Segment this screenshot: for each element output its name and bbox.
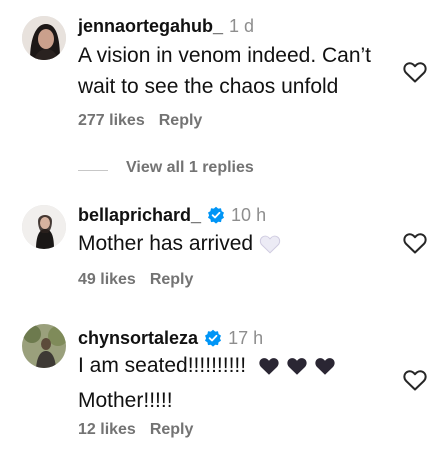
comment-text-first: I am seated!!!!!!!!!! <box>78 354 247 377</box>
comment-item: jennaortegahub_ 1 d A vision in venom ind… <box>0 0 445 190</box>
comment-header: chynsortaleza 17 h <box>78 328 263 352</box>
comment-text: A vision in venom indeed. Can’t wait to … <box>78 44 372 98</box>
timestamp: 10 h <box>231 205 267 225</box>
like-count[interactable]: 12 likes <box>78 421 136 438</box>
avatar[interactable] <box>22 324 66 368</box>
view-replies-label[interactable]: View all 1 replies <box>126 159 254 177</box>
username-link[interactable]: chynsortaleza <box>78 328 198 348</box>
black-heart-icon <box>286 354 308 385</box>
comment-meta: 277 likes Reply <box>78 112 202 130</box>
comment-meta: 49 likes Reply <box>78 271 193 289</box>
comment-meta: 12 likes Reply <box>78 421 193 439</box>
comment-header: bellaprichard_ 10 h <box>78 205 266 229</box>
comment-text-second: Mother!!!!! <box>78 389 173 412</box>
replies-divider <box>78 170 108 171</box>
avatar[interactable] <box>22 205 66 249</box>
like-heart-icon[interactable] <box>403 61 427 83</box>
comment-item: chynsortaleza 17 h I am seated!!!!!!!!!! … <box>0 310 445 456</box>
reply-button[interactable]: Reply <box>159 112 203 129</box>
comment-text-line: I am seated!!!!!!!!!! <box>78 350 398 385</box>
verified-badge-icon <box>207 206 225 229</box>
like-count[interactable]: 49 likes <box>78 271 136 288</box>
view-replies-toggle[interactable]: View all 1 replies <box>78 159 278 181</box>
black-heart-icon <box>258 354 280 385</box>
comment-text-line: Mother has arrived <box>78 228 398 263</box>
reply-button[interactable]: Reply <box>150 421 194 438</box>
reply-button[interactable]: Reply <box>150 271 194 288</box>
black-heart-icon <box>314 354 336 385</box>
avatar[interactable] <box>22 16 66 60</box>
verified-badge-icon <box>204 329 222 352</box>
timestamp: 17 h <box>228 328 264 348</box>
comment-text: I am seated!!!!!!!!!! Mother!!!!! <box>78 350 398 416</box>
comment-text: Mother has arrived <box>78 232 254 255</box>
username-link[interactable]: bellaprichard_ <box>78 205 201 225</box>
like-count[interactable]: 277 likes <box>78 112 145 129</box>
like-heart-icon[interactable] <box>403 232 427 254</box>
comment-item: bellaprichard_ 10 h Mother has arrived 49… <box>0 190 445 310</box>
username-link[interactable]: jennaortegahub_ <box>78 16 223 36</box>
white-heart-icon <box>259 232 281 263</box>
comment-header: jennaortegahub_ 1 d <box>78 16 254 37</box>
timestamp: 1 d <box>229 16 255 36</box>
like-heart-icon[interactable] <box>403 369 427 391</box>
